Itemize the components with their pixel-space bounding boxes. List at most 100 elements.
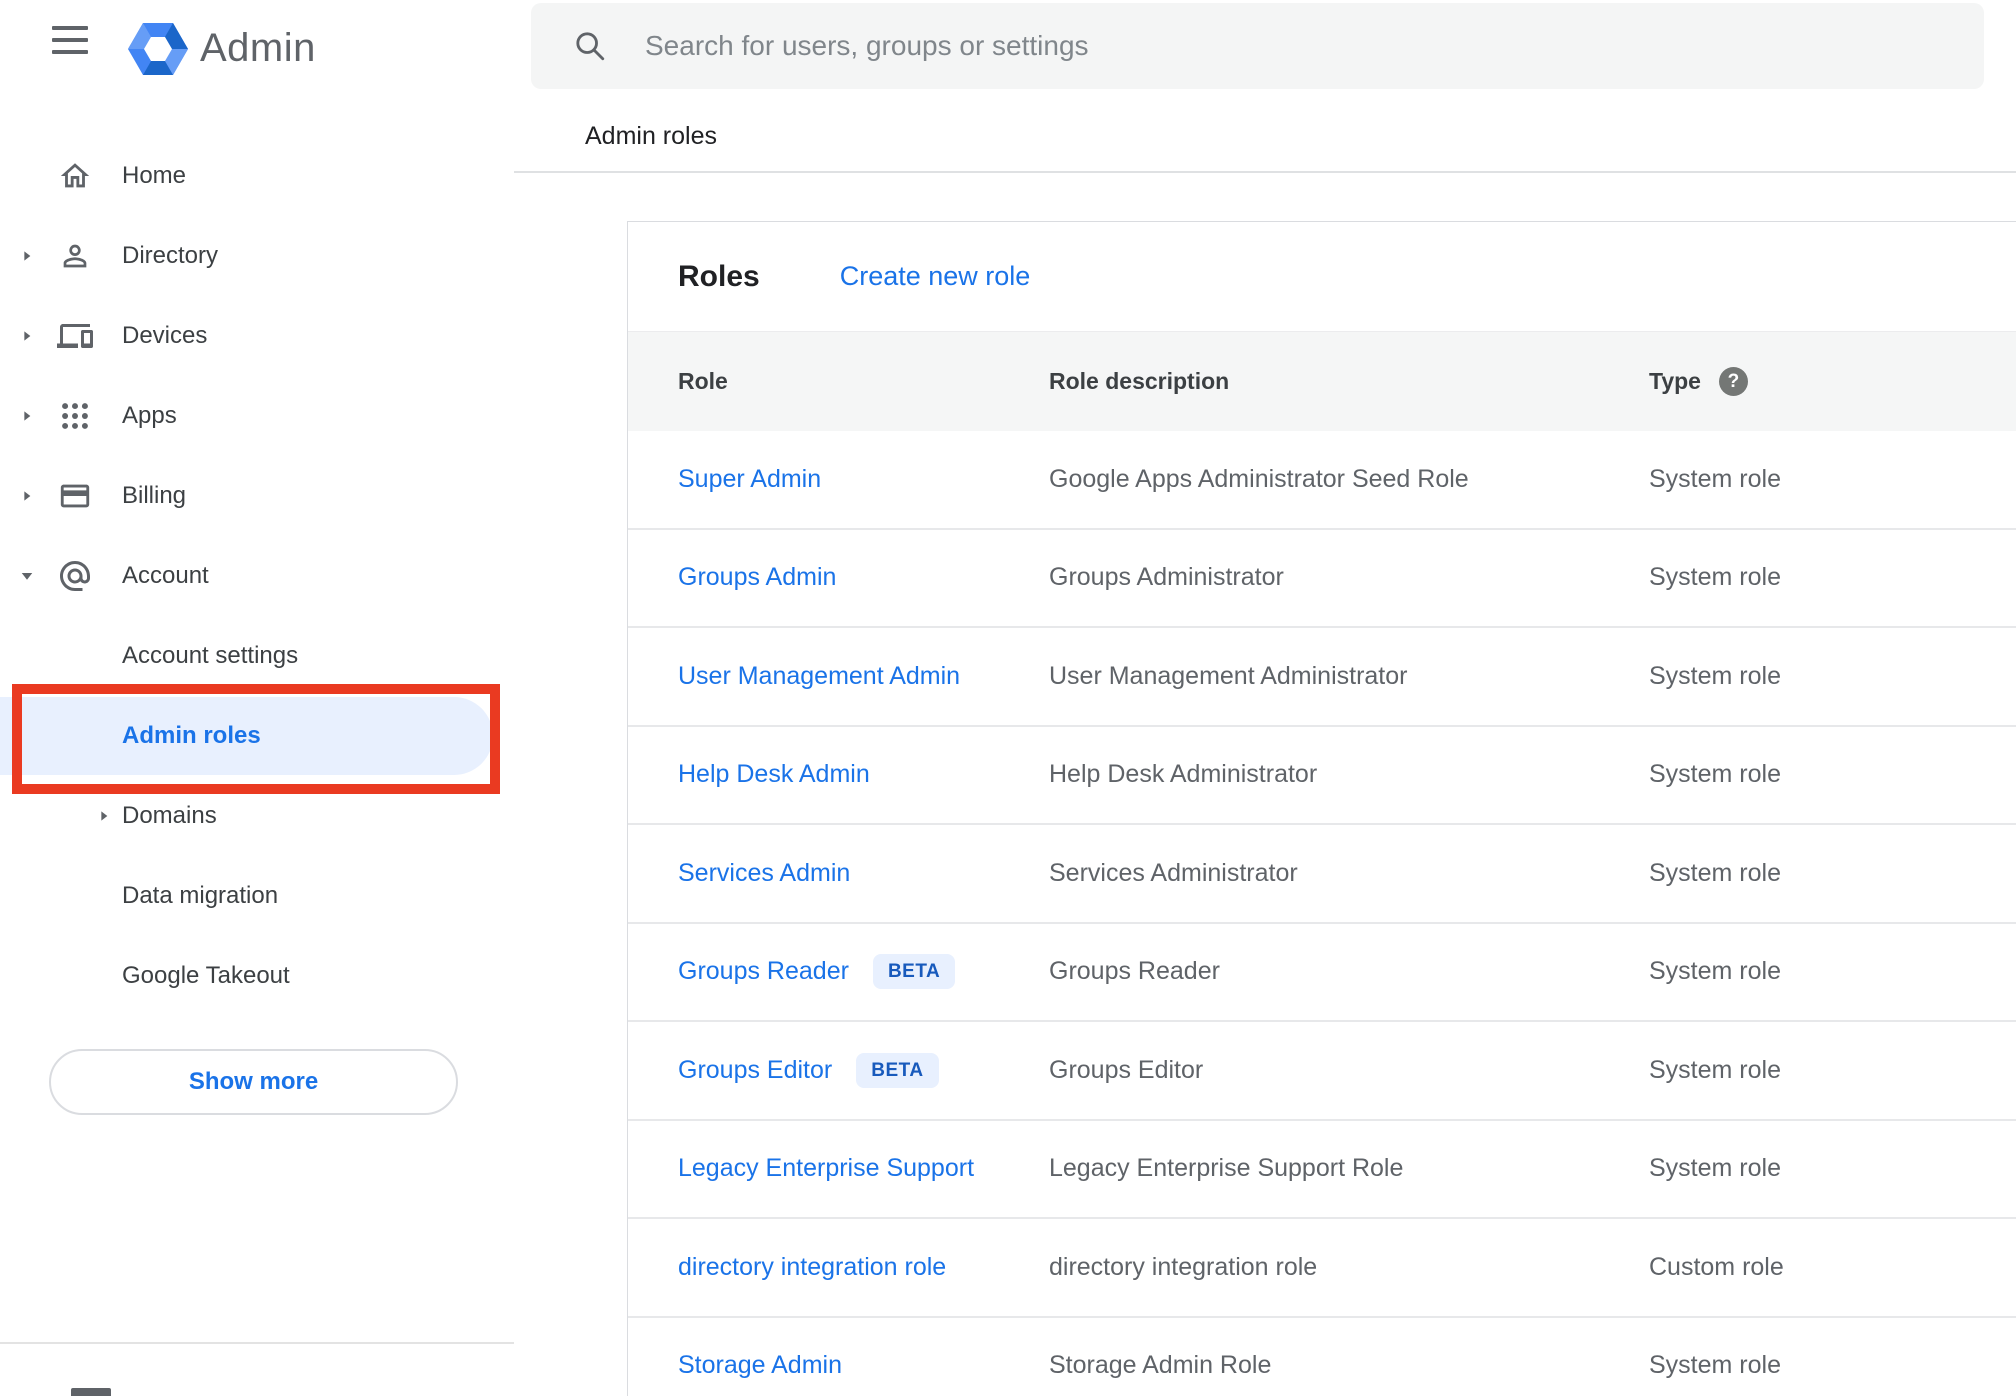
sidebar-item-label: Home	[122, 162, 187, 189]
role-cell: Groups Reader BETA	[678, 954, 1049, 990]
home-icon	[56, 157, 94, 195]
role-description: Legacy Enterprise Support Role	[1049, 1154, 1404, 1183]
chevron-down-icon[interactable]	[18, 567, 36, 585]
chevron-right-icon[interactable]	[18, 407, 36, 425]
role-description: Help Desk Administrator	[1049, 760, 1318, 789]
main-area: Admin roles Roles Create new role Role R…	[514, 0, 2016, 1396]
role-description: directory integration role	[1049, 1252, 1318, 1281]
sidebar-item-label: Account	[122, 562, 209, 589]
sidebar-subitem-label: Data migration	[122, 882, 279, 909]
role-cell: Super Admin	[678, 465, 1049, 494]
table-row: Groups Reader BETA Groups Reader System rol…	[628, 924, 2016, 1022]
sidebar-header: Admin	[0, 0, 514, 100]
beta-badge: BETA	[872, 954, 956, 990]
table-row: Services Admin Services Administrator Syst…	[628, 825, 2016, 924]
role-link[interactable]: Groups Reader	[678, 957, 849, 986]
role-description: Groups Editor	[1049, 1055, 1204, 1084]
beta-badge: BETA	[856, 1052, 939, 1088]
sidebar-subitem-label: Admin roles	[122, 722, 261, 749]
sidebar-item-label: Directory	[122, 242, 219, 269]
sidebar-item-label: Apps	[122, 402, 177, 429]
roles-panel: Roles Create new role Role Role descript…	[627, 221, 2016, 1396]
role-type: System role	[1649, 760, 1781, 789]
role-type: System role	[1649, 661, 1781, 690]
table-row: Groups Editor BETA Groups Editor System rol…	[628, 1022, 2016, 1121]
role-cell: Groups Editor BETA	[678, 1052, 1049, 1088]
role-type: System role	[1649, 563, 1781, 592]
sidebar-subitem-label: Account settings	[122, 642, 299, 669]
roles-table-body: Super Admin Google Apps Administrator See…	[628, 431, 2016, 1396]
cut-off-icon	[71, 1388, 111, 1396]
role-type: System role	[1649, 1055, 1781, 1084]
roles-table-header: Role Role description Type ?	[628, 331, 2016, 431]
role-description: Storage Admin Role	[1049, 1351, 1272, 1380]
search-input[interactable]	[645, 30, 1845, 62]
sidebar-subitem-domains[interactable]: Domains	[0, 776, 514, 856]
role-link[interactable]: Legacy Enterprise Support	[678, 1154, 974, 1183]
chevron-right-icon[interactable]	[95, 807, 113, 825]
credit-card-icon	[56, 477, 94, 515]
show-more-button[interactable]: Show more	[49, 1049, 458, 1115]
role-cell: Groups Admin	[678, 563, 1049, 592]
role-type: System role	[1649, 957, 1781, 986]
role-link[interactable]: directory integration role	[678, 1253, 946, 1282]
role-description: Groups Reader	[1049, 957, 1220, 986]
role-link[interactable]: Groups Editor	[678, 1056, 832, 1085]
role-description: User Management Administrator	[1049, 661, 1408, 690]
sidebar-item-label: Devices	[122, 322, 208, 349]
role-cell: directory integration role	[678, 1253, 1049, 1282]
sidebar-bottom-divider	[0, 1342, 514, 1344]
role-description: Services Administrator	[1049, 858, 1298, 887]
sidebar-subitem-google-takeout[interactable]: Google Takeout	[0, 936, 514, 1016]
sidebar: Admin Home Directory Devices Apps Billing Acc…	[0, 0, 514, 1396]
chevron-right-icon[interactable]	[18, 327, 36, 345]
role-link[interactable]: User Management Admin	[678, 662, 960, 691]
sidebar-subitem-label: Domains	[122, 802, 217, 829]
sidebar-nav: Home Directory Devices Apps Billing Account Ac…	[0, 136, 514, 1016]
panel-title: Roles	[678, 259, 760, 293]
admin-logo-text: Admin	[200, 26, 316, 70]
search-bar[interactable]	[531, 3, 1984, 89]
chevron-right-icon[interactable]	[18, 487, 36, 505]
table-row: Legacy Enterprise Support Legacy Enterpri…	[628, 1121, 2016, 1219]
role-link[interactable]: Super Admin	[678, 465, 821, 494]
role-link[interactable]: Help Desk Admin	[678, 760, 870, 789]
role-type: Custom role	[1649, 1252, 1784, 1281]
table-row: User Management Admin User Management Adm…	[628, 628, 2016, 727]
sidebar-subitem-admin-roles[interactable]: Admin roles	[0, 696, 514, 776]
role-type: System role	[1649, 1351, 1781, 1380]
search-icon	[576, 32, 605, 61]
chevron-right-icon[interactable]	[18, 247, 36, 265]
at-sign-icon	[56, 557, 94, 595]
role-link[interactable]: Storage Admin	[678, 1351, 842, 1380]
role-cell: Help Desk Admin	[678, 760, 1049, 789]
sidebar-subitem-label: Google Takeout	[122, 962, 290, 989]
sidebar-item-home[interactable]: Home	[0, 136, 514, 216]
role-cell: Services Admin	[678, 859, 1049, 888]
create-new-role-link[interactable]: Create new role	[840, 261, 1031, 292]
sidebar-item-account[interactable]: Account	[0, 536, 514, 616]
column-header-type: Type ?	[1649, 367, 2016, 396]
sidebar-item-label: Billing	[122, 482, 187, 509]
column-header-role: Role	[678, 368, 728, 394]
admin-hexagon-logo	[128, 23, 188, 75]
hamburger-menu-icon[interactable]	[52, 24, 88, 56]
role-link[interactable]: Services Admin	[678, 859, 850, 888]
role-type: System role	[1649, 464, 1781, 493]
table-row: directory integration role directory inte…	[628, 1219, 2016, 1318]
sidebar-subitem-account-settings[interactable]: Account settings	[0, 616, 514, 696]
sidebar-subitem-data-migration[interactable]: Data migration	[0, 856, 514, 936]
role-type: System role	[1649, 1154, 1781, 1183]
apps-grid-icon	[56, 397, 94, 435]
table-row: Groups Admin Groups Administrator System r…	[628, 530, 2016, 628]
devices-icon	[56, 317, 94, 355]
sidebar-item-devices[interactable]: Devices	[0, 296, 514, 376]
role-cell: Storage Admin	[678, 1351, 1049, 1380]
sidebar-item-billing[interactable]: Billing	[0, 456, 514, 536]
help-icon[interactable]: ?	[1718, 367, 1748, 396]
sidebar-item-apps[interactable]: Apps	[0, 376, 514, 456]
role-link[interactable]: Groups Admin	[678, 563, 836, 592]
role-description: Google Apps Administrator Seed Role	[1049, 464, 1469, 493]
header-divider	[514, 171, 2016, 173]
sidebar-item-directory[interactable]: Directory	[0, 216, 514, 296]
